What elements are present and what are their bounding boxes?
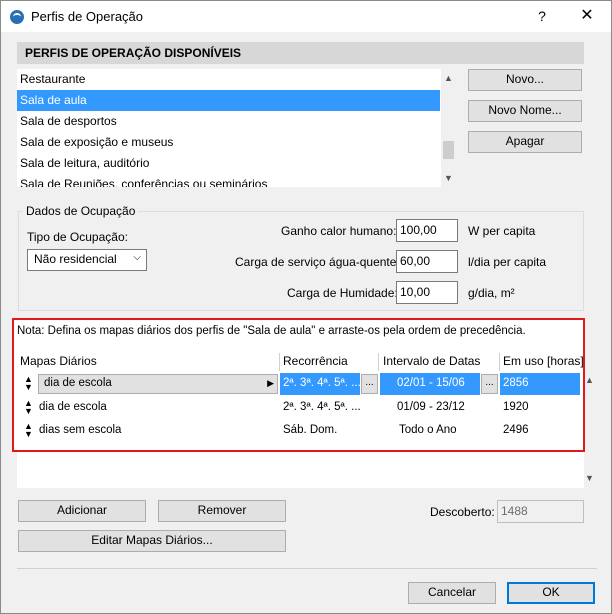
- cancel-button[interactable]: Cancelar: [408, 582, 496, 604]
- add-button[interactable]: Adicionar: [18, 500, 146, 522]
- heat-gain-label: Ganho calor humano:: [281, 224, 397, 238]
- new-name-button[interactable]: Novo Nome...: [468, 100, 582, 122]
- scroll-up-icon[interactable]: ▲: [584, 373, 595, 387]
- recurrence-value: 2ª. 3ª. 4ª. 5ª. ...: [283, 377, 361, 389]
- interval-value: Todo o Ano: [399, 424, 457, 436]
- profile-item-sala-de-desportos[interactable]: Sala de desportos: [17, 111, 440, 132]
- close-button[interactable]: ✕: [576, 6, 598, 26]
- profile-item-sala-de-leitura[interactable]: Sala de leitura, auditório: [17, 153, 440, 174]
- table-row[interactable]: ▲ ▼ dias sem escola Sáb. Dom. Todo o Ano …: [17, 420, 580, 442]
- title-bar: Perfis de Operação ? ✕: [1, 1, 611, 32]
- hours-value: 1920: [503, 401, 529, 413]
- hot-water-unit: l/dia per capita: [468, 255, 547, 269]
- delete-profile-button[interactable]: Apagar: [468, 131, 582, 153]
- hot-water-label: Carga de serviço água-quente:: [235, 255, 400, 269]
- section-header: PERFIS DE OPERAÇÃO DISPONÍVEIS: [17, 42, 584, 64]
- scroll-thumb[interactable]: [443, 141, 454, 159]
- scroll-up-icon[interactable]: ▲: [443, 71, 454, 85]
- help-button[interactable]: ?: [531, 6, 553, 26]
- dialog-window: Perfis de Operação ? ✕ PERFIS DE OPERAÇÃ…: [0, 0, 612, 614]
- new-profile-button[interactable]: Novo...: [468, 69, 582, 91]
- uncovered-value: 1488: [497, 500, 584, 523]
- drag-handle-icon[interactable]: ▲ ▼: [24, 375, 33, 392]
- drag-handle-icon[interactable]: ▲ ▼: [24, 422, 33, 439]
- occupancy-type-value: Não residencial: [34, 252, 117, 266]
- profile-item-restaurante[interactable]: Restaurante: [17, 69, 440, 90]
- table-row[interactable]: ▲ ▼ dia de escola ▶ 2ª. 3ª. 4ª. 5ª. ... .…: [17, 373, 580, 395]
- edit-daily-maps-button[interactable]: Editar Mapas Diários...: [18, 530, 286, 552]
- column-header-interval[interactable]: Intervalo de Datas: [383, 354, 480, 368]
- column-header-maps[interactable]: Mapas Diários: [20, 354, 97, 368]
- table-row[interactable]: ▲ ▼ dia de escola 2ª. 3ª. 4ª. 5ª. ... 01/…: [17, 397, 580, 419]
- recurrence-value: 2ª. 3ª. 4ª. 5ª. ...: [283, 401, 361, 413]
- hours-value: 2496: [503, 424, 529, 436]
- recurrence-value: Sáb. Dom.: [283, 424, 338, 436]
- interval-value: 02/01 - 15/06: [397, 377, 465, 389]
- column-header-hours[interactable]: Em uso [horas]: [503, 354, 584, 368]
- humidity-unit: g/dia, m²: [468, 286, 515, 300]
- humidity-label: Carga de Humidade:: [287, 286, 398, 300]
- interval-edit-button[interactable]: ...: [481, 374, 498, 394]
- daily-map-select[interactable]: dia de escola ▶: [38, 374, 278, 394]
- schedule-note: Nota: Defina os mapas diários dos perfis…: [17, 325, 526, 337]
- heat-gain-input[interactable]: 100,00: [396, 219, 458, 242]
- scroll-down-icon[interactable]: ▼: [584, 471, 595, 485]
- profile-item-sala-de-aula[interactable]: Sala de aula: [17, 90, 440, 111]
- heat-gain-unit: W per capita: [468, 224, 536, 238]
- hot-water-input[interactable]: 60,00: [396, 250, 458, 273]
- daily-map-name: dias sem escola: [39, 424, 122, 436]
- profile-item-sala-de-exposicao[interactable]: Sala de exposição e museus: [17, 132, 440, 153]
- daily-map-name: dia de escola: [44, 377, 112, 389]
- interval-value: 01/09 - 23/12: [397, 401, 465, 413]
- profile-list-scrollbar[interactable]: ▲ ▼: [441, 69, 456, 187]
- table-scrollbar[interactable]: ▲ ▼: [584, 373, 595, 485]
- recurrence-edit-button[interactable]: ...: [361, 374, 378, 394]
- ok-button[interactable]: OK: [507, 582, 595, 604]
- daily-map-name: dia de escola: [39, 401, 107, 413]
- occupancy-group-title: Dados de Ocupação: [23, 204, 139, 218]
- column-divider[interactable]: [279, 353, 280, 371]
- column-header-recurrence[interactable]: Recorrência: [283, 354, 348, 368]
- profile-list[interactable]: Restaurante Sala de aula Sala de desport…: [17, 69, 456, 187]
- remove-button[interactable]: Remover: [158, 500, 286, 522]
- scroll-down-icon[interactable]: ▼: [443, 171, 454, 185]
- window-title: Perfis de Operação: [31, 9, 144, 24]
- column-divider[interactable]: [378, 353, 379, 371]
- profile-item-sala-de-reunioes[interactable]: Sala de Reuniões, conferências ou seminá…: [17, 174, 440, 187]
- hours-value: 2856: [503, 377, 529, 389]
- column-divider[interactable]: [499, 353, 500, 371]
- humidity-input[interactable]: 10,00: [396, 281, 458, 304]
- drag-handle-icon[interactable]: ▲ ▼: [24, 399, 33, 416]
- chevron-right-icon: ▶: [267, 378, 274, 388]
- footer-divider: [17, 568, 597, 569]
- app-logo-icon: [10, 10, 24, 24]
- uncovered-label: Descoberto:: [430, 505, 495, 519]
- occupancy-type-label: Tipo de Ocupação:: [27, 230, 128, 244]
- occupancy-type-select[interactable]: Não residencial ⌵: [27, 249, 147, 271]
- chevron-down-icon: ⌵: [133, 252, 141, 263]
